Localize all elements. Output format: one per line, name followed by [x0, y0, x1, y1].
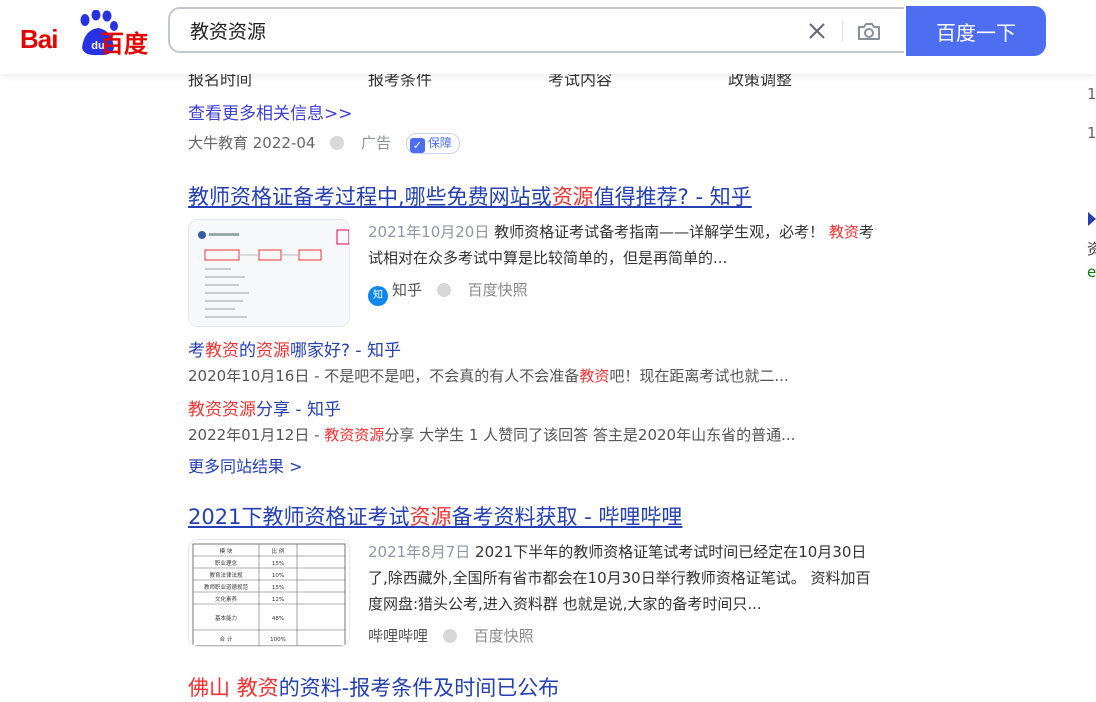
title-text: 哪家好? - 知乎 — [290, 341, 401, 361]
result-thumbnail[interactable] — [188, 219, 350, 327]
result-date: 2021年8月7日 — [368, 543, 471, 561]
right-column-text: 1 — [1087, 85, 1096, 103]
table-cell: 10% — [272, 573, 284, 579]
title-text: 分享 - 知乎 — [256, 400, 341, 420]
sub-result-abstract: 2022年01月12日 - 教资资源分享 大学生 1 人赞同了该回答 答主是20… — [188, 424, 795, 445]
sub-result-title[interactable]: 考教资的资源哪家好? - 知乎 — [188, 336, 401, 361]
check-icon: ✓ — [409, 138, 425, 153]
thumbnail-image: 模 块 比 例职业理念 15% 教育法律法规 10% 教师职业道德规范 15% 文化素养 12%… — [192, 543, 346, 646]
table-cell: 教师职业道德规范 — [204, 583, 249, 591]
result-title[interactable]: 佛山 教资的资料-报考条件及时间已公布 — [188, 672, 559, 702]
title-highlight: 教资资源 — [188, 400, 256, 420]
title-highlight: 资源 — [551, 185, 594, 209]
play-icon — [1088, 212, 1096, 226]
table-cell: 比 例 — [272, 547, 285, 555]
table-frame — [192, 543, 346, 646]
title-text: 佛山 — [188, 676, 237, 700]
title-highlight: 教资 — [205, 341, 239, 361]
title-highlight: 教资 — [236, 676, 279, 700]
ad-source-line: 大牛教育 2022-04 广告 ✓ 保障 — [188, 132, 460, 154]
dropdown-icon[interactable] — [330, 136, 345, 150]
baidu-logo[interactable]: Bai du 百度 — [18, 10, 148, 60]
clear-icon[interactable] — [806, 20, 828, 42]
abstract-highlight: 教资 — [579, 367, 610, 385]
title-highlight: 资源 — [256, 341, 290, 361]
dropdown-icon[interactable] — [442, 629, 457, 643]
sub-result-title[interactable]: 教资资源分享 - 知乎 — [188, 395, 341, 420]
guarantee-label: 保障 — [427, 136, 452, 150]
search-button[interactable]: 百度一下 — [906, 6, 1046, 56]
table-cell: 15% — [272, 585, 284, 591]
abstract-text: 教师资格证考试备考指南——详解学生观，必考！ — [489, 223, 829, 241]
thumbnail-image — [189, 220, 349, 326]
table-cell: 48% — [272, 616, 284, 622]
snapshot-link[interactable]: 百度快照 — [474, 627, 534, 645]
abstract-highlight: 教资 — [828, 223, 859, 241]
result-thumbnail[interactable]: 模 块 比 例职业理念 15% 教育法律法规 10% 教师职业道德规范 15% 文化素养 12%… — [188, 539, 350, 647]
right-column-text: 1 — [1087, 124, 1096, 142]
table-cell: 100% — [270, 637, 286, 643]
logo-bai-text: Bai — [20, 24, 58, 54]
result-title[interactable]: 教师资格证备考过程中,哪些免费网站或资源值得推荐? - 知乎 — [188, 181, 752, 211]
more-info-link[interactable]: 查看更多相关信息>> — [188, 99, 353, 124]
table-cell: 合 计 — [220, 635, 233, 643]
table-cell: 文化素养 — [215, 595, 238, 603]
source-name[interactable]: 哔哩哔哩 — [368, 627, 428, 645]
more-site-results-link[interactable]: 更多同站结果 > — [188, 453, 303, 477]
right-column-text: 资 — [1087, 240, 1096, 258]
table-cell: 教育法律法规 — [209, 571, 243, 579]
title-text: 的 — [239, 341, 256, 361]
title-text: 考 — [188, 341, 205, 361]
table-cell: 基本能力 — [215, 614, 237, 622]
result-date: 2021年10月20日 — [368, 223, 490, 241]
result-source: 哔哩哔哩 百度快照 — [368, 625, 534, 646]
camera-icon[interactable] — [856, 20, 882, 42]
title-text: 的资料-报考条件及时间已公布 — [278, 676, 560, 700]
abstract-text: 吧！现在距离考试也就二... — [609, 367, 789, 385]
search-header: Bai du 百度 百度一下 — [0, 0, 1096, 74]
dropdown-icon[interactable] — [436, 283, 451, 297]
title-highlight: 资源 — [409, 505, 452, 529]
table-cell: 模 块 — [220, 547, 233, 555]
result-title[interactable]: 2021下教师资格证考试资源备考资料获取 - 哔哩哔哩 — [188, 501, 682, 531]
title-text: 值得推荐? - 知乎 — [593, 185, 752, 209]
result-abstract: 2021年10月20日 教师资格证考试备考指南——详解学生观，必考！ 教资考试相… — [368, 219, 874, 271]
divider — [842, 21, 843, 41]
abstract-highlight: 教资资源 — [324, 426, 385, 444]
source-name[interactable]: 知乎 — [392, 281, 422, 299]
zhihu-icon: 知 — [368, 286, 388, 306]
search-input[interactable] — [188, 18, 752, 42]
abstract-text: 2020年10月16日 - 不是吧不是吧，不会真的有人不会准备 — [188, 367, 580, 385]
result-source: 知知乎 百度快照 — [368, 279, 528, 306]
snapshot-link[interactable]: 百度快照 — [468, 281, 528, 299]
sub-result-abstract: 2020年10月16日 - 不是吧不是吧，不会真的有人不会准备教资吧！现在距离考… — [188, 365, 789, 386]
ad-label: 广告 — [361, 134, 392, 152]
table-cell: 15% — [272, 561, 284, 567]
guarantee-badge[interactable]: ✓ 保障 — [405, 133, 460, 154]
right-column-text: e — [1087, 263, 1096, 281]
table-cell: 12% — [272, 597, 284, 603]
logo-baidu-text: 百度 — [100, 30, 148, 58]
ad-source: 大牛教育 2022-04 — [188, 134, 316, 152]
table-cell: 职业理念 — [215, 559, 238, 567]
abstract-text: 2022年01月12日 - — [188, 426, 325, 444]
title-text: 备考资料获取 - 哔哩哔哩 — [451, 505, 683, 529]
title-text: 2021下教师资格证考试 — [188, 505, 410, 529]
result-abstract: 2021年8月7日 2021下半年的教师资格证笔试考试时间已经定在10月30日了… — [368, 539, 874, 617]
title-text: 教师资格证备考过程中,哪些免费网站或 — [188, 185, 552, 209]
search-box — [168, 7, 904, 53]
abstract-text: 分享 大学生 1 人赞同了该回答 答主是2020年山东省的普通... — [384, 426, 796, 444]
